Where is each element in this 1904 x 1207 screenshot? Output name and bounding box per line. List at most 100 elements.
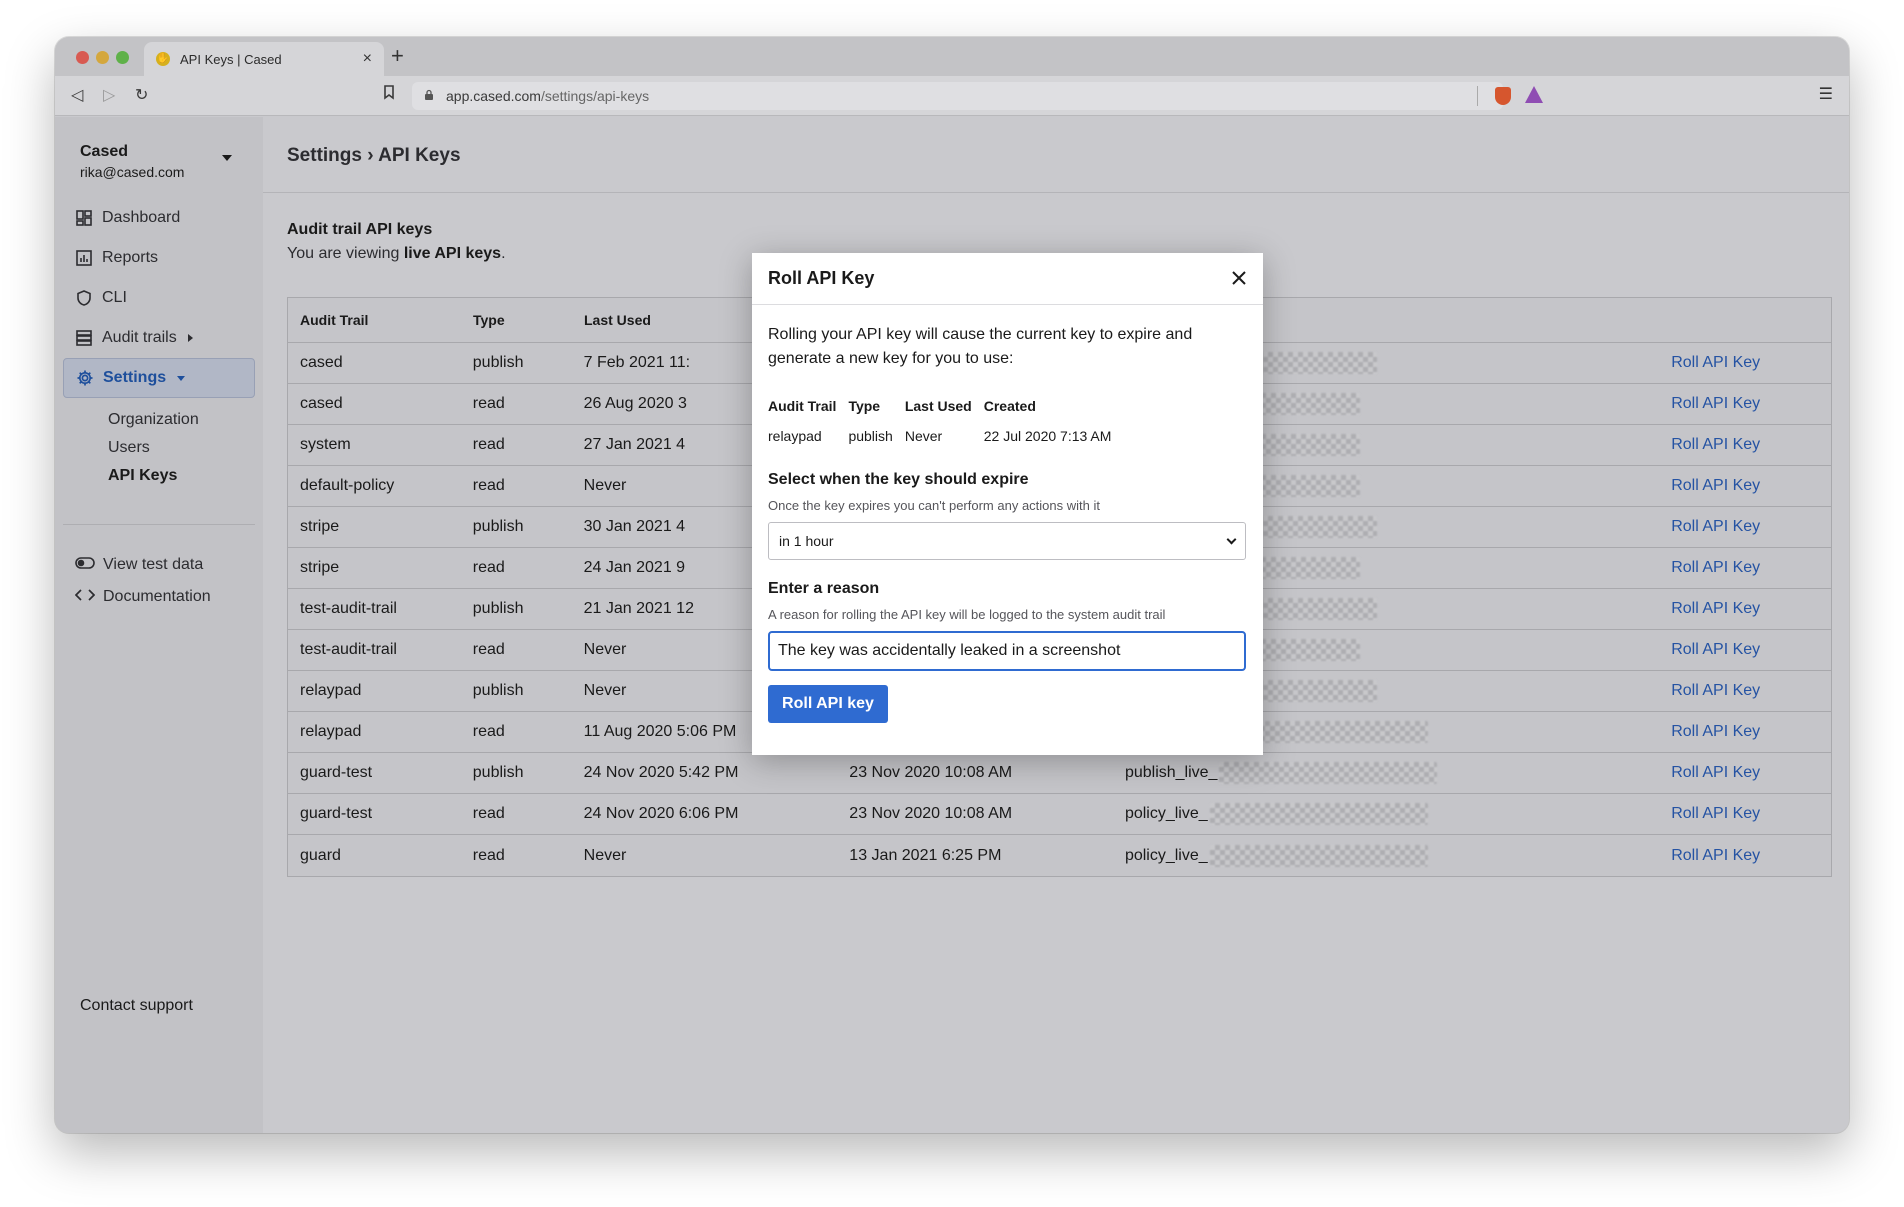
sidebar-secondary-nav: View test data Documentation	[74, 549, 211, 613]
roll-api-key-link[interactable]: Roll API Key	[1671, 764, 1831, 782]
account-email: rika@cased.com	[80, 164, 185, 180]
documentation-link[interactable]: Documentation	[74, 581, 211, 613]
cell-type: publish	[472, 600, 524, 617]
modal-description: Rolling your API key will cause the curr…	[768, 326, 1193, 367]
cell-audit-trail: stripe	[300, 559, 340, 576]
cell-type: read	[472, 559, 505, 576]
tab-title: API Keys | Cased	[180, 51, 282, 67]
summary-audit-trail: relaypad	[768, 428, 822, 444]
view-test-data-label: View test data	[103, 556, 204, 573]
account-name: Cased	[80, 143, 129, 160]
api-key-redacted	[1209, 844, 1428, 867]
sidebar-item-audit-trails[interactable]: Audit trails	[63, 318, 255, 358]
roll-api-key-link[interactable]: Roll API Key	[1671, 395, 1831, 413]
key-summary-table: Audit Trail Type Last Used Created relay…	[768, 391, 1123, 451]
roll-api-key-link[interactable]: Roll API Key	[1671, 805, 1831, 823]
table-row: guard read Never 13 Jan 2021 6:25 PM policy_…	[288, 835, 1831, 876]
table-row: guard-test publish 24 Nov 2020 5:42 PM 23 N…	[288, 753, 1831, 794]
cell-audit-trail: cased	[300, 395, 343, 412]
close-window-button[interactable]	[76, 51, 89, 64]
subnav-item-organization[interactable]: Organization	[108, 406, 199, 434]
subnav-item-users[interactable]: Users	[108, 434, 199, 462]
cell-api-key: publish_live_	[1125, 762, 1671, 784]
close-icon[interactable]	[1231, 267, 1247, 291]
cell-type: publish	[472, 764, 524, 781]
account-switcher[interactable]: Cased rika@cased.com	[80, 143, 240, 180]
cased-favicon-icon: ✋	[156, 52, 170, 66]
minimize-window-button[interactable]	[96, 51, 109, 64]
roll-api-key-link[interactable]: Roll API Key	[1671, 518, 1831, 536]
chevron-down-icon	[177, 375, 186, 381]
url-separator	[1477, 86, 1478, 106]
cell-type: read	[472, 846, 505, 864]
modal-header: Roll API Key	[752, 253, 1263, 305]
cell-type: read	[472, 436, 505, 453]
address-bar[interactable]: app.cased.com/settings/api-keys	[412, 82, 1543, 110]
contact-support-link[interactable]: Contact support	[80, 997, 193, 1015]
tab-close-icon[interactable]: ×	[363, 51, 372, 67]
expire-help: Once the key expires you can't perform a…	[768, 498, 1100, 513]
roll-api-key-link[interactable]: Roll API Key	[1671, 600, 1831, 618]
cell-type: read	[472, 477, 505, 494]
roll-api-key-link[interactable]: Roll API Key	[1671, 559, 1831, 577]
summary-header-type: Type	[848, 398, 881, 414]
roll-api-key-button[interactable]: Roll API key	[768, 685, 888, 723]
cell-api-key: policy_live_	[1125, 803, 1671, 825]
view-test-data-toggle[interactable]: View test data	[75, 549, 211, 581]
roll-api-key-link[interactable]: Roll API Key	[1671, 354, 1831, 372]
expire-select[interactable]: in 1 hour	[768, 522, 1246, 560]
cell-audit-trail: cased	[300, 354, 343, 371]
roll-api-key-link[interactable]: Roll API Key	[1671, 723, 1831, 741]
api-key-redacted	[1219, 762, 1438, 784]
cell-last-used: 24 Nov 2020 5:42 PM	[583, 764, 739, 781]
reason-input[interactable]	[768, 631, 1246, 671]
roll-api-key-modal: Roll API Key Rolling your API key will c…	[752, 253, 1263, 755]
cell-type: publish	[472, 354, 524, 371]
roll-api-key-link[interactable]: Roll API Key	[1671, 436, 1831, 454]
code-icon	[74, 588, 96, 607]
subnav-item-api-keys[interactable]: API Keys	[108, 462, 199, 490]
chevron-down-icon	[1226, 534, 1237, 544]
sidebar-item-dashboard[interactable]: Dashboard	[63, 198, 255, 238]
cell-audit-trail: system	[300, 436, 351, 453]
cell-type: read	[472, 395, 505, 412]
roll-api-key-link[interactable]: Roll API Key	[1671, 847, 1831, 865]
sidebar-item-cli[interactable]: CLI	[63, 278, 255, 318]
new-tab-icon[interactable]: +	[391, 45, 404, 67]
api-key-prefix: policy_live_	[1124, 846, 1208, 864]
cell-type: read	[472, 723, 505, 740]
settings-subnav: Organization Users API Keys	[108, 406, 199, 490]
roll-api-key-link[interactable]: Roll API Key	[1671, 641, 1831, 659]
sidebar-item-label: Dashboard	[102, 209, 181, 226]
sidebar-item-settings[interactable]: Settings	[63, 358, 255, 398]
sidebar-item-reports[interactable]: Reports	[63, 238, 255, 278]
summary-header-last-used: Last Used	[904, 398, 972, 414]
summary-header-audit-trail: Audit Trail	[768, 398, 837, 414]
documentation-label: Documentation	[103, 588, 211, 605]
zoom-window-button[interactable]	[116, 51, 129, 64]
brave-rewards-icon[interactable]	[1525, 86, 1543, 103]
column-header-audit-trail: Audit Trail	[300, 312, 369, 328]
summary-type: publish	[848, 428, 893, 444]
browser-menu-icon[interactable]: ☰	[1819, 84, 1833, 106]
brave-shields-icon[interactable]	[1495, 87, 1511, 105]
browser-tab[interactable]: ✋ API Keys | Cased ×	[144, 42, 384, 76]
cell-audit-trail: guard-test	[300, 805, 373, 822]
cell-created: 23 Nov 2020 10:08 AM	[849, 805, 1013, 822]
cell-api-key: policy_live_	[1124, 844, 1671, 867]
roll-api-key-link[interactable]: Roll API Key	[1671, 477, 1831, 495]
cell-audit-trail: stripe	[300, 518, 340, 535]
cell-audit-trail: relaypad	[300, 682, 362, 699]
back-icon[interactable]: ◁	[71, 85, 83, 107]
cell-type: read	[472, 641, 505, 658]
roll-api-key-link[interactable]: Roll API Key	[1671, 682, 1831, 700]
column-header-type: Type	[473, 312, 505, 328]
cell-created: 23 Nov 2020 10:08 AM	[849, 764, 1013, 781]
forward-icon[interactable]: ▷	[103, 85, 115, 107]
api-key-prefix: publish_live_	[1124, 764, 1218, 781]
cell-audit-trail: relaypad	[300, 723, 362, 740]
reload-icon[interactable]: ↻	[135, 85, 148, 107]
bookmark-icon[interactable]	[383, 85, 395, 107]
expire-label: Select when the key should expire	[768, 471, 1029, 488]
section-title: Audit trail API keys	[287, 221, 433, 238]
